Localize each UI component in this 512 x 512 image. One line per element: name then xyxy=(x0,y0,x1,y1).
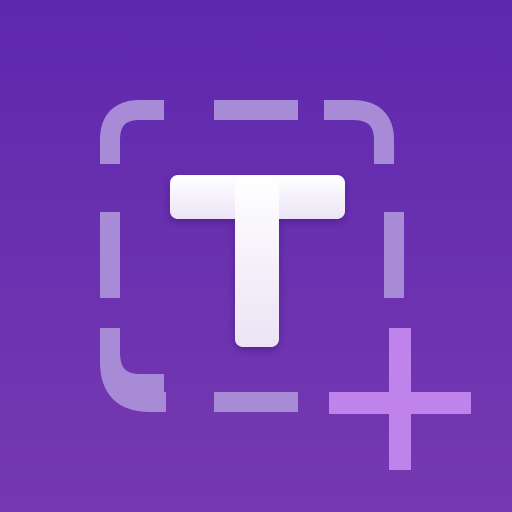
frame-corner-top-right xyxy=(324,100,394,164)
add-text-app-icon xyxy=(0,0,512,512)
letter-t-glyph xyxy=(170,175,345,347)
add-text-icon xyxy=(100,100,471,470)
frame-corner-top-left xyxy=(100,100,164,164)
plus-icon xyxy=(329,328,471,470)
